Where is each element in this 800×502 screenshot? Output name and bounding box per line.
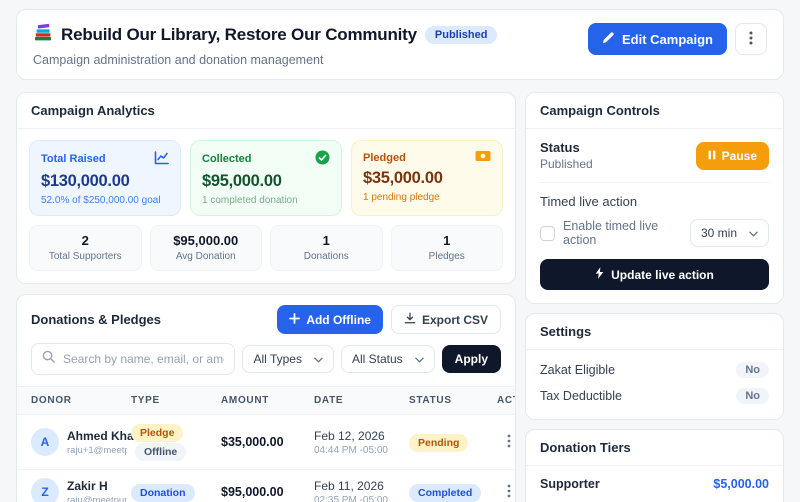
header-left: Rebuild Our Library, Restore Our Communi…: [33, 23, 498, 67]
status-value: Published: [540, 157, 593, 171]
enable-timed-action-checkbox[interactable]: [540, 225, 555, 241]
page-title: Rebuild Our Library, Restore Our Communi…: [61, 25, 417, 44]
pledged-card: Pledged $35,000.00 1 pending pledge: [351, 140, 503, 216]
avatar: A: [31, 428, 59, 456]
date-cell: Feb 12, 2026: [314, 428, 385, 443]
collected-label: Collected: [202, 153, 252, 165]
row-kebab-menu-button[interactable]: [503, 480, 515, 502]
chevron-down-icon: [749, 226, 758, 240]
lightning-icon: [595, 267, 604, 282]
campaign-controls-card: Campaign Controls Status Published Pause: [525, 92, 784, 304]
zakat-eligible-value: No: [736, 362, 769, 378]
settings-card: Settings Zakat Eligible No Tax Deductibl…: [525, 313, 784, 420]
line-chart-icon: [154, 150, 169, 168]
pledged-sub: 1 pending pledge: [363, 192, 440, 203]
date-cell: Feb 11, 2026: [314, 478, 384, 493]
campaign-header: Rebuild Our Library, Restore Our Communi…: [16, 9, 784, 80]
donations-card: Donations & Pledges Add Offline Export C…: [16, 294, 516, 502]
duration-select[interactable]: 30 min: [689, 219, 769, 247]
chevron-down-icon: [314, 352, 323, 366]
timed-live-action-label: Timed live action: [540, 194, 638, 209]
kebab-icon: [749, 31, 753, 48]
table-row: A Ahmed Khan raju+1@meetp... Pledge Offl…: [17, 415, 515, 470]
pledges-count-stat: 1 Pledges: [390, 225, 503, 271]
check-circle-icon: [315, 150, 330, 168]
row-kebab-menu-button[interactable]: [503, 430, 515, 455]
header-actions: Edit Campaign: [587, 23, 767, 55]
amount-cell: $35,000.00: [221, 435, 284, 449]
pencil-icon: [602, 31, 615, 47]
page-subtitle: Campaign administration and donation man…: [33, 53, 324, 67]
collected-card: Collected $95,000.00 1 completed donatio…: [190, 140, 342, 216]
controls-section-title: Campaign Controls: [526, 93, 783, 129]
pledged-value: $35,000.00: [363, 169, 443, 187]
donor-email: raju@meetpur...: [67, 494, 127, 502]
tax-deductible-value: No: [736, 388, 769, 404]
total-raised-card: Total Raised $130,000.00 52.0% of $250,0…: [29, 140, 181, 216]
enable-timed-action-label: Enable timed live action: [563, 219, 659, 247]
banknote-icon: [475, 150, 491, 165]
tax-deductible-row: Tax Deductible No: [526, 387, 783, 413]
pledged-label: Pledged: [363, 151, 406, 164]
status-filter-select[interactable]: All Status: [340, 345, 435, 373]
pause-campaign-button[interactable]: Pause: [695, 141, 769, 170]
pledge-type-badge: Pledge: [131, 424, 184, 442]
donations-section-title: Donations & Pledges: [31, 312, 162, 327]
time-cell: 04:44 PM -05:00: [314, 444, 388, 456]
donation-type-badge: Donation: [131, 483, 195, 502]
donation-tiers-card: Donation Tiers Supporter $5,000.00 Lifet…: [525, 429, 784, 502]
total-raised-label: Total Raised: [41, 153, 106, 165]
chevron-down-icon: [414, 352, 424, 366]
status-label: Status: [540, 140, 580, 155]
add-offline-button[interactable]: Add Offline: [277, 305, 383, 334]
total-raised-goal: 52.0% of $250,000.00 goal: [41, 195, 161, 206]
analytics-section-title: Campaign Analytics: [17, 93, 515, 129]
tiers-section-title: Donation Tiers: [526, 430, 783, 466]
apply-filters-button[interactable]: Apply: [441, 345, 501, 373]
books-icon: [33, 23, 53, 47]
download-icon: [404, 312, 416, 327]
campaign-analytics-card: Campaign Analytics Total Raised $130,000…: [16, 92, 516, 284]
offline-type-badge: Offline: [135, 443, 187, 461]
update-live-action-button[interactable]: Update live action: [540, 259, 769, 290]
search-icon: [42, 350, 55, 368]
donations-count-stat: 1 Donations: [270, 225, 383, 271]
donations-filter-bar: All Types All Status Apply: [17, 343, 515, 386]
export-csv-button[interactable]: Export CSV: [390, 305, 501, 334]
table-row: Z Zakir H raju@meetpur... Donation $95,0…: [17, 470, 515, 502]
status-badge: Pending: [409, 433, 469, 452]
mini-stats-row: 2 Total Supporters $95,000.00 Avg Donati…: [17, 225, 515, 283]
collected-sub: 1 completed donation: [202, 195, 298, 206]
tier-row-supporter: Supporter $5,000.00: [540, 477, 769, 491]
plus-icon: [289, 312, 301, 327]
total-supporters-stat: 2 Total Supporters: [29, 225, 142, 271]
avatar: Z: [31, 478, 59, 502]
right-column: Campaign Controls Status Published Pause: [525, 92, 784, 502]
time-cell: 02:35 PM -05:00: [314, 494, 388, 502]
table-header-row: Donor Type Amount Date Status Actions: [17, 386, 515, 415]
analytics-stat-grid: Total Raised $130,000.00 52.0% of $250,0…: [17, 129, 515, 225]
left-column: Campaign Analytics Total Raised $130,000…: [16, 92, 516, 502]
type-filter-select[interactable]: All Types: [242, 345, 334, 373]
total-raised-value: $130,000.00: [41, 172, 130, 190]
donor-name: Ahmed Khan: [67, 428, 142, 443]
edit-campaign-button[interactable]: Edit Campaign: [587, 23, 727, 55]
published-status-badge: Published: [424, 26, 498, 44]
avg-donation-stat: $95,000.00 Avg Donation: [149, 225, 262, 271]
settings-section-title: Settings: [526, 314, 783, 350]
collected-value: $95,000.00: [202, 172, 282, 190]
pause-icon: [708, 149, 716, 163]
donations-table: Donor Type Amount Date Status Actions A …: [17, 386, 515, 502]
donor-name: Zakir H: [67, 478, 108, 493]
campaign-admin-page: Rebuild Our Library, Restore Our Communi…: [0, 0, 800, 502]
donations-search-box: [31, 343, 236, 375]
donations-search-input[interactable]: [63, 352, 225, 366]
donor-email: raju+1@meetp...: [67, 444, 127, 456]
header-kebab-menu-button[interactable]: [735, 23, 767, 55]
status-badge: Completed: [409, 483, 482, 502]
zakat-eligible-row: Zakat Eligible No: [526, 353, 783, 387]
amount-cell: $95,000.00: [221, 485, 284, 499]
